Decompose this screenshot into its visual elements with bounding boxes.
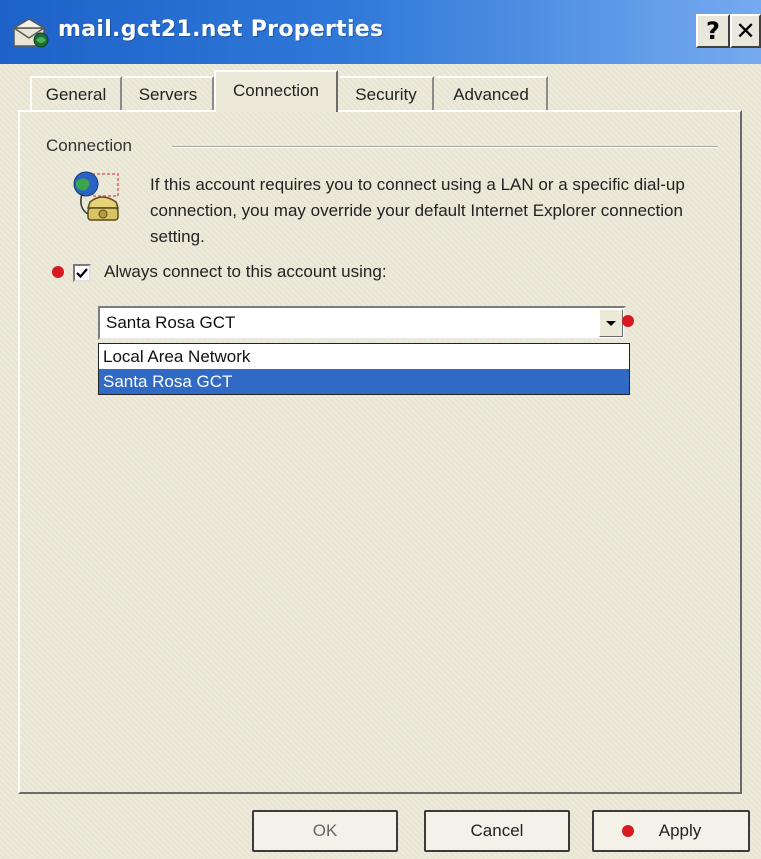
window-title: mail.gct21.net Properties <box>58 17 384 42</box>
connection-group-label: Connection <box>46 136 133 155</box>
cancel-button[interactable]: Cancel <box>424 810 570 852</box>
tab-connection[interactable]: Connection <box>214 70 338 112</box>
checkmark-icon <box>76 268 88 279</box>
tab-advanced[interactable]: Advanced <box>436 76 548 110</box>
always-connect-checkbox[interactable] <box>73 264 91 282</box>
close-icon: ✕ <box>735 17 756 45</box>
marker-dot-apply <box>622 825 634 837</box>
chevron-down-icon <box>606 321 616 326</box>
dropdown-option[interactable]: Local Area Network <box>99 344 629 369</box>
marker-dot-select <box>622 315 634 327</box>
connection-dropdown-list[interactable]: Local Area Network Santa Rosa GCT <box>98 343 630 395</box>
tab-servers[interactable]: Servers <box>124 76 214 110</box>
connection-description: If this account requires you to connect … <box>150 175 685 246</box>
apply-button-label: Apply <box>658 821 702 840</box>
tab-general[interactable]: General <box>30 76 122 110</box>
marker-dot-checkbox <box>52 266 64 278</box>
properties-dialog: mail.gct21.net Properties ? ✕ General Se… <box>0 0 761 859</box>
mail-account-icon <box>12 18 49 48</box>
dropdown-option-selected[interactable]: Santa Rosa GCT <box>99 369 629 394</box>
apply-button[interactable]: Apply <box>592 810 750 852</box>
help-button[interactable]: ? <box>696 14 730 48</box>
group-divider <box>172 146 718 148</box>
tab-security[interactable]: Security <box>340 76 434 110</box>
always-connect-label[interactable]: Always connect to this account using: <box>104 262 387 282</box>
network-connection-icon <box>73 171 120 221</box>
connection-select[interactable]: Santa Rosa GCT <box>98 306 626 340</box>
close-button[interactable]: ✕ <box>730 14 761 48</box>
title-bar[interactable]: mail.gct21.net Properties ? ✕ <box>0 0 761 64</box>
connection-select-value: Santa Rosa GCT <box>106 313 236 332</box>
dropdown-arrow-button[interactable] <box>599 309 623 337</box>
ok-button[interactable]: OK <box>252 810 398 852</box>
